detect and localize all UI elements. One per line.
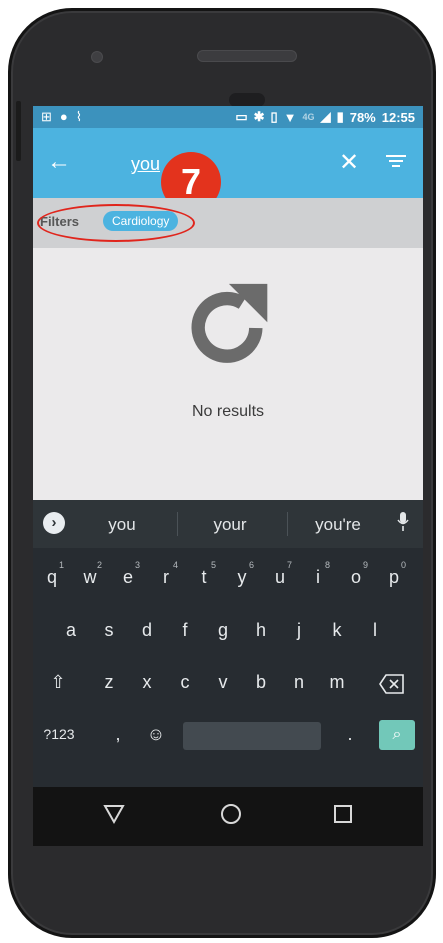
notification-icon: ⊞	[41, 109, 52, 124]
key-symbols[interactable]: ?123	[37, 712, 81, 756]
key-i[interactable]: i8	[301, 555, 335, 599]
nav-home-icon[interactable]	[221, 804, 241, 824]
key-d[interactable]: d	[130, 608, 164, 652]
filter-icon[interactable]	[385, 152, 407, 172]
key-a[interactable]: a	[54, 608, 88, 652]
earpiece-speaker	[197, 50, 297, 62]
key-comma[interactable]: ,	[101, 712, 135, 756]
backspace-icon[interactable]	[379, 674, 405, 694]
suggestion-youre[interactable]: you're	[303, 515, 373, 535]
key-j[interactable]: j	[282, 608, 316, 652]
nav-bar	[33, 787, 423, 846]
wifi-icon: ▼	[283, 109, 297, 125]
key-k[interactable]: k	[320, 608, 354, 652]
suggestion-strip: › you your you're	[33, 500, 423, 548]
key-r[interactable]: r4	[149, 555, 183, 599]
chevron-right-icon[interactable]: ›	[43, 512, 65, 534]
key-b[interactable]: b	[244, 660, 278, 704]
battery-level: 78%	[349, 109, 376, 125]
search-icon[interactable]: ⌕	[379, 720, 415, 750]
filter-bar: Filters Cardiology	[33, 198, 423, 248]
key-f[interactable]: f	[168, 608, 202, 652]
key-x[interactable]: x	[130, 660, 164, 704]
nav-back-icon[interactable]	[103, 803, 125, 825]
search-query[interactable]: you	[131, 154, 160, 175]
key-t[interactable]: t5	[187, 555, 221, 599]
vibrate-icon: ▯	[270, 109, 278, 124]
android-icon: ●	[59, 109, 68, 124]
front-camera	[91, 51, 103, 63]
key-g[interactable]: g	[206, 608, 240, 652]
highlight-oval	[37, 204, 195, 242]
key-s[interactable]: s	[92, 608, 126, 652]
key-m[interactable]: m	[320, 660, 354, 704]
key-p[interactable]: p0	[377, 555, 411, 599]
shift-icon[interactable]: ⇧	[41, 660, 75, 704]
suggestion-your[interactable]: your	[195, 515, 265, 535]
key-l[interactable]: l	[358, 608, 392, 652]
keyboard: › you your you're q1 w2 e3 r4 t5 y6 u7 i…	[33, 500, 423, 787]
space-bar[interactable]	[183, 722, 321, 750]
emoji-icon[interactable]: ☺	[139, 712, 173, 756]
key-z[interactable]: z	[92, 660, 126, 704]
status-bar: ⊞ ● ⌇ ▭ ✱ ▯ ▼ 4G ◢ ▮ 78% 12:55	[33, 106, 423, 128]
key-u[interactable]: u7	[263, 555, 297, 599]
key-w[interactable]: w2	[73, 555, 107, 599]
suggestion-you[interactable]: you	[87, 515, 157, 535]
refresh-icon[interactable]	[179, 280, 275, 376]
key-h[interactable]: h	[244, 608, 278, 652]
app-bar: ← you ✕ 7	[33, 128, 423, 212]
key-c[interactable]: c	[168, 660, 202, 704]
nav-recents-icon[interactable]	[334, 805, 352, 823]
clock: 12:55	[381, 109, 415, 125]
no-results-message: No results	[191, 403, 265, 420]
side-button	[16, 101, 21, 161]
key-n[interactable]: n	[282, 660, 316, 704]
arrow-left-icon[interactable]: ←	[47, 148, 71, 176]
key-q[interactable]: q1	[35, 555, 69, 599]
key-v[interactable]: v	[206, 660, 240, 704]
key-period[interactable]: .	[333, 712, 367, 756]
bluetooth-icon: ✱	[253, 109, 265, 124]
battery-icon: ▮	[336, 109, 344, 124]
key-o[interactable]: o9	[339, 555, 373, 599]
results-area: No results	[33, 248, 423, 500]
screen: ⊞ ● ⌇ ▭ ✱ ▯ ▼ 4G ◢ ▮ 78% 12:55 ← you ✕ 7…	[33, 106, 423, 846]
network-type: 4G	[302, 112, 315, 122]
missed-call-icon: ⌇	[75, 109, 83, 124]
close-icon[interactable]: ✕	[339, 148, 359, 177]
key-y[interactable]: y6	[225, 555, 259, 599]
signal-icon: ◢	[320, 109, 331, 124]
proximity-sensor	[229, 93, 265, 107]
key-e[interactable]: e3	[111, 555, 145, 599]
microphone-icon[interactable]	[397, 512, 409, 532]
cast-icon: ▭	[235, 109, 248, 124]
